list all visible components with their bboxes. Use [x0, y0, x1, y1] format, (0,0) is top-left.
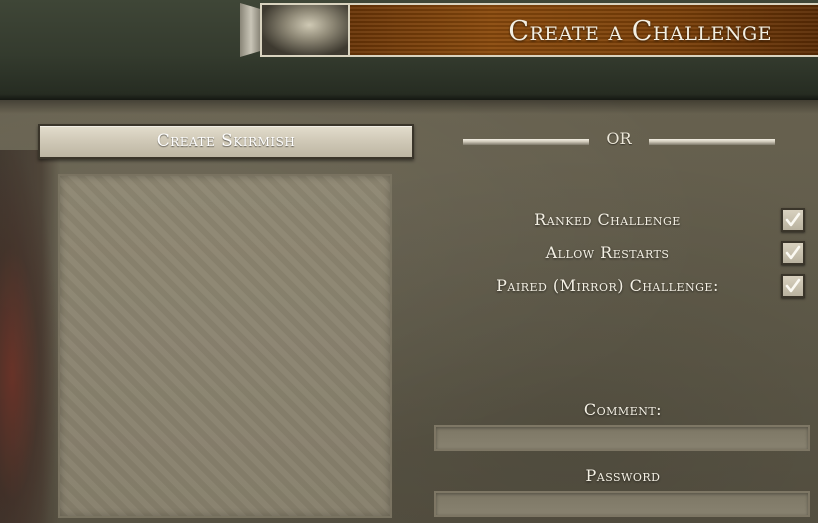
- checkmark-icon: [785, 278, 801, 293]
- paired-challenge-label: Paired (Mirror) Challenge:: [496, 276, 719, 295]
- comment-field[interactable]: [434, 425, 810, 451]
- allow-restarts-checkbox[interactable]: [781, 241, 805, 265]
- banner-cap: [240, 3, 262, 57]
- stone-shadow: [0, 100, 818, 114]
- ranked-challenge-label: Ranked Challenge: [534, 210, 681, 229]
- create-skirmish-button[interactable]: Create Skirmish: [38, 124, 414, 159]
- banner-art-image: [260, 3, 350, 57]
- mosaic-decoration: [0, 150, 60, 523]
- password-field[interactable]: [434, 491, 810, 517]
- ranked-challenge-checkbox[interactable]: [781, 208, 805, 232]
- password-label: Password: [585, 466, 661, 485]
- divider-line-left: [463, 139, 589, 145]
- checkmark-icon: [785, 245, 801, 260]
- or-divider-text: OR: [606, 129, 632, 148]
- comment-label: Comment:: [583, 400, 663, 419]
- allow-restarts-label: Allow Restarts: [545, 243, 670, 262]
- skirmish-list-panel[interactable]: [58, 174, 392, 518]
- divider-line-right: [649, 139, 775, 145]
- checkmark-icon: [785, 212, 801, 227]
- title-banner: Create a Challenge: [240, 3, 818, 57]
- banner-plate: Create a Challenge: [348, 3, 818, 57]
- page-title: Create a Challenge: [508, 16, 772, 47]
- paired-challenge-checkbox[interactable]: [781, 274, 805, 298]
